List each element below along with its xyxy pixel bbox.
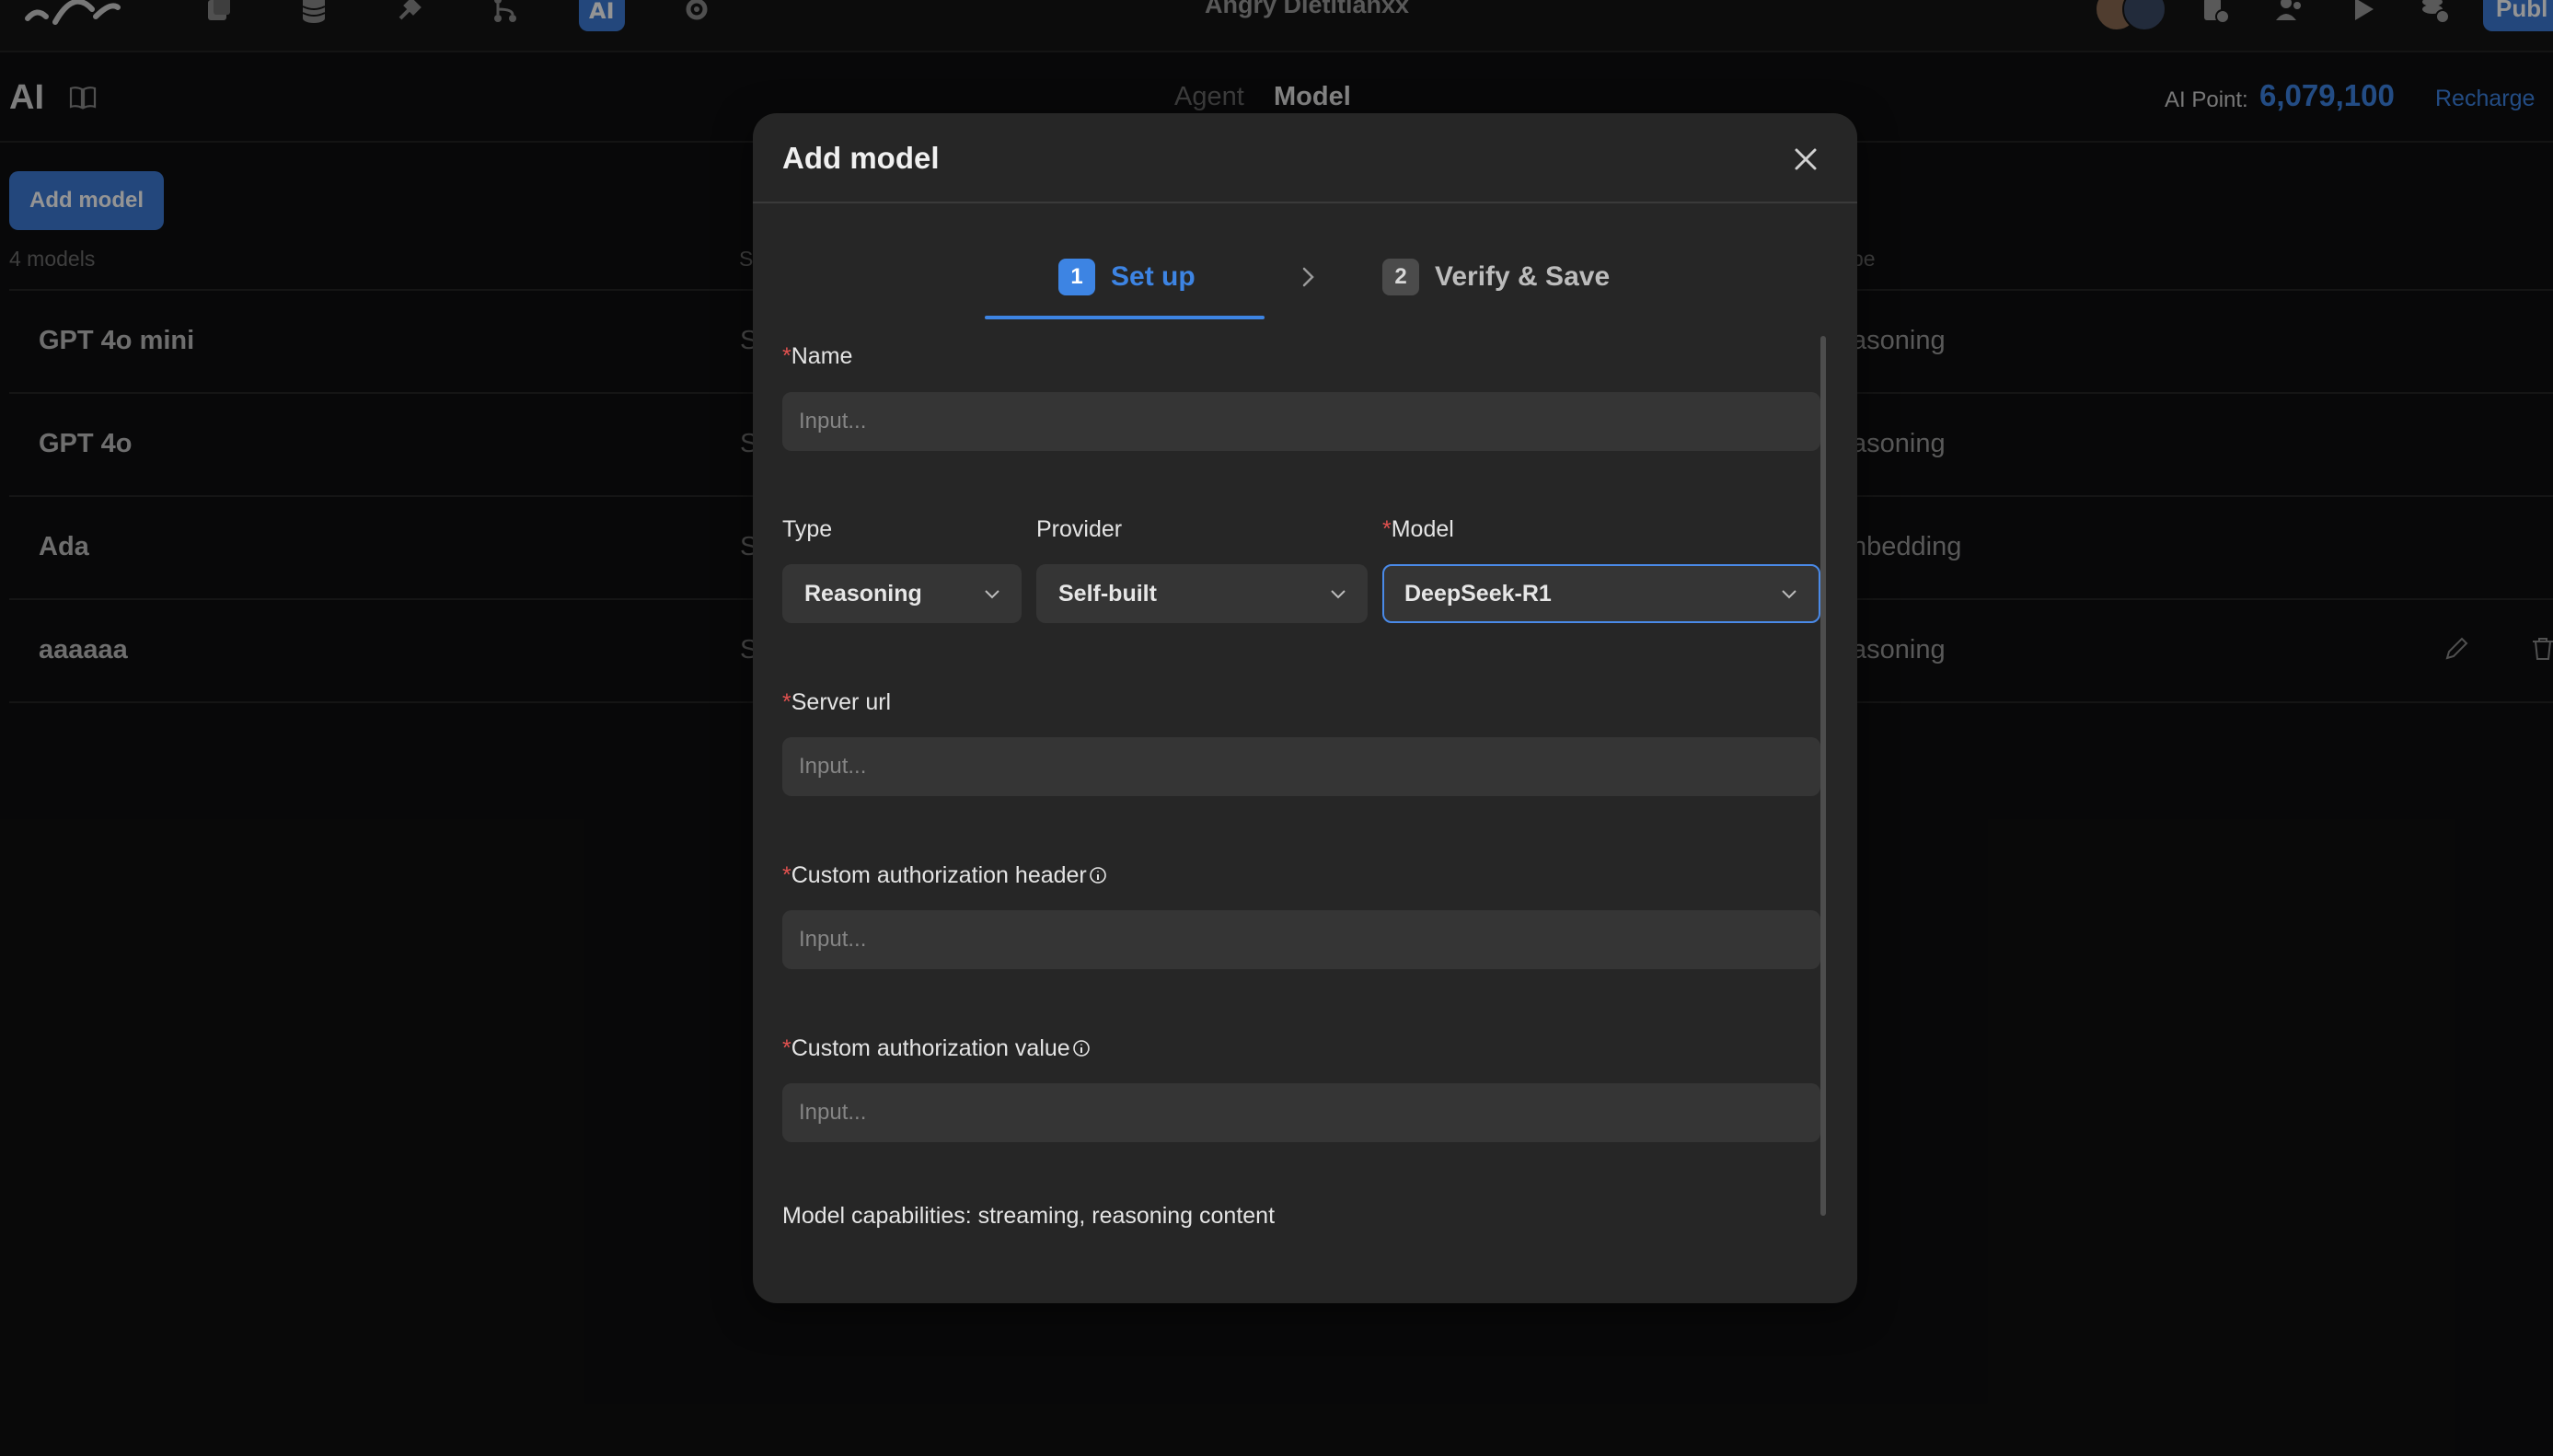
- chevron-down-icon: [1782, 590, 1796, 599]
- info-icon[interactable]: [1089, 866, 1107, 884]
- required-marker: *: [782, 343, 791, 369]
- auth-value-label: *Custom authorization value: [782, 1035, 1091, 1062]
- step-label: Verify & Save: [1435, 261, 1611, 292]
- auth-value-input[interactable]: Input...: [782, 1083, 1820, 1142]
- provider-select[interactable]: Self-built: [1036, 564, 1368, 623]
- step-number: 2: [1382, 259, 1419, 295]
- required-marker: *: [782, 862, 791, 888]
- server-url-label: *Server url: [782, 689, 892, 715]
- add-model-dialog: Add model 1 Set up 2 Verify & Save *Name…: [753, 113, 1857, 1303]
- step-verify-save[interactable]: 2 Verify & Save: [1382, 259, 1610, 295]
- step-label: Set up: [1111, 261, 1196, 292]
- dialog-title: Add model: [782, 141, 940, 175]
- dialog-scrollbar[interactable]: [1820, 336, 1826, 1216]
- chevron-right-icon: [1302, 267, 1314, 287]
- provider-label: Provider: [1036, 516, 1123, 542]
- model-select-value: DeepSeek-R1: [1404, 581, 1552, 607]
- server-url-input[interactable]: Input...: [782, 737, 1820, 796]
- dialog-header: Add model: [753, 113, 1857, 203]
- close-icon[interactable]: [1787, 141, 1824, 178]
- chevron-down-icon: [1331, 590, 1346, 599]
- auth-header-label: *Custom authorization header: [782, 862, 1107, 889]
- info-icon[interactable]: [1072, 1039, 1091, 1057]
- provider-select-value: Self-built: [1058, 581, 1157, 607]
- chevron-down-icon: [985, 590, 999, 599]
- required-marker: *: [782, 1035, 791, 1061]
- model-label: *Model: [1382, 516, 1454, 542]
- type-select[interactable]: Reasoning: [782, 564, 1022, 623]
- name-label: *Name: [782, 343, 853, 369]
- step-setup[interactable]: 1 Set up: [1058, 259, 1196, 295]
- type-select-value: Reasoning: [804, 581, 922, 607]
- active-step-underline: [985, 316, 1265, 319]
- type-label: Type: [782, 516, 833, 542]
- model-select[interactable]: DeepSeek-R1: [1382, 564, 1820, 623]
- step-number: 1: [1058, 259, 1095, 295]
- required-marker: *: [1382, 516, 1392, 542]
- auth-header-input[interactable]: Input...: [782, 910, 1820, 969]
- model-capabilities: Model capabilities: streaming, reasoning…: [782, 1203, 1276, 1229]
- required-marker: *: [782, 689, 791, 715]
- name-input[interactable]: Input...: [782, 392, 1820, 451]
